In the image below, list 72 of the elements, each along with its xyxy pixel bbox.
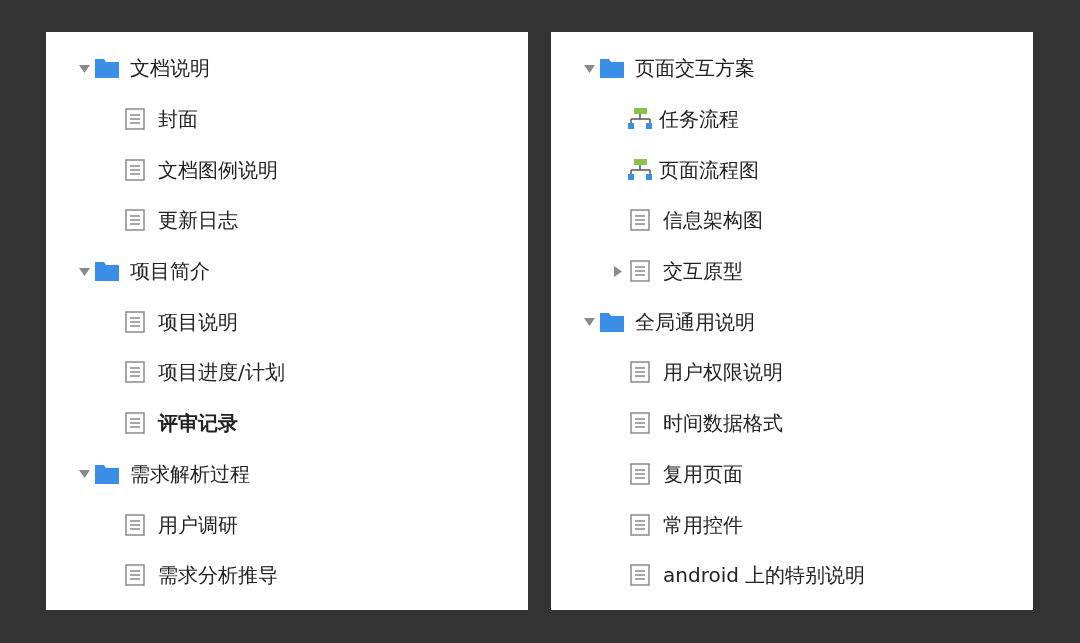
item-label: android 上的特别说明 [663,562,866,590]
tree-item[interactable]: android 上的特别说明 [551,549,1033,601]
tree-item[interactable]: 页面流程图 [551,144,1033,196]
folder-icon [95,58,119,79]
item-label: 交互原型 [663,258,743,286]
tree-item[interactable]: 信息架构图 [551,195,1033,246]
item-label: 任务流程 [659,106,739,134]
document-icon [125,108,145,131]
document-icon [125,310,145,333]
expand-arrow-icon[interactable] [611,265,623,277]
item-label: 信息架构图 [663,207,763,235]
item-label: 项目简介 [130,258,210,286]
document-icon [125,564,145,587]
item-label: 全局通用说明 [635,308,755,336]
item-label: 封面 [158,106,198,134]
document-icon [630,513,650,536]
document-icon [125,209,145,232]
folder-icon [95,261,119,282]
document-icon [630,564,650,587]
tree-item[interactable]: 需求分析推导 [46,549,528,601]
tree-item[interactable]: 常用控件 [551,499,1033,550]
tree-item[interactable]: 用户权限说明 [551,347,1033,398]
tree-item[interactable]: 文档图例说明 [46,144,528,196]
flowchart-icon [628,108,652,131]
document-icon [630,412,650,435]
tree-item[interactable]: 封面 [46,93,528,145]
tree-item[interactable]: 更新日志 [46,195,528,246]
item-label: 评审记录 [158,410,238,438]
document-icon [630,462,650,485]
tree-item[interactable]: 项目进度/计划 [46,347,528,398]
item-label: 项目进度/计划 [158,359,285,387]
collapse-arrow-icon[interactable] [78,265,90,277]
tree-item[interactable]: 交互原型 [551,245,1033,297]
item-label: 复用页面 [663,460,743,488]
item-label: 用户权限说明 [663,359,783,387]
tree-item[interactable]: 复用页面 [551,448,1033,500]
item-label: 时间数据格式 [663,410,783,438]
item-label: 用户调研 [158,511,238,539]
document-icon [630,260,650,283]
document-icon [125,361,145,384]
collapse-arrow-icon[interactable] [583,62,595,74]
collapse-arrow-icon[interactable] [78,468,90,480]
tree-item[interactable]: 任务流程 [551,93,1033,145]
item-label: 项目说明 [158,308,238,336]
tree-item[interactable]: 项目简介 [46,245,528,297]
document-icon [125,412,145,435]
tree-item[interactable]: 用户调研 [46,499,528,550]
folder-icon [95,463,119,484]
tree-item[interactable]: 文档说明 [46,43,528,94]
item-label: 文档图例说明 [158,156,278,184]
item-label: 需求分析推导 [158,562,278,590]
collapse-arrow-icon[interactable] [583,316,595,328]
item-label: 文档说明 [130,55,210,83]
tree-item[interactable]: 时间数据格式 [551,397,1033,449]
tree-item[interactable]: 项目说明 [46,296,528,348]
tree-item[interactable]: 评审记录 [46,397,528,449]
item-label: 更新日志 [158,207,238,235]
item-label: 页面交互方案 [635,55,755,83]
folder-icon [600,58,624,79]
item-label: 需求解析过程 [130,460,250,488]
folder-icon [600,311,624,332]
document-icon [125,158,145,181]
document-icon [630,209,650,232]
flowchart-icon [628,158,652,181]
item-label: 常用控件 [663,511,743,539]
tree-item[interactable]: 全局通用说明 [551,296,1033,348]
tree-item[interactable]: 需求解析过程 [46,448,528,500]
tree-item[interactable]: 页面交互方案 [551,43,1033,94]
document-icon [125,513,145,536]
document-icon [630,361,650,384]
collapse-arrow-icon[interactable] [78,62,90,74]
item-label: 页面流程图 [659,156,759,184]
